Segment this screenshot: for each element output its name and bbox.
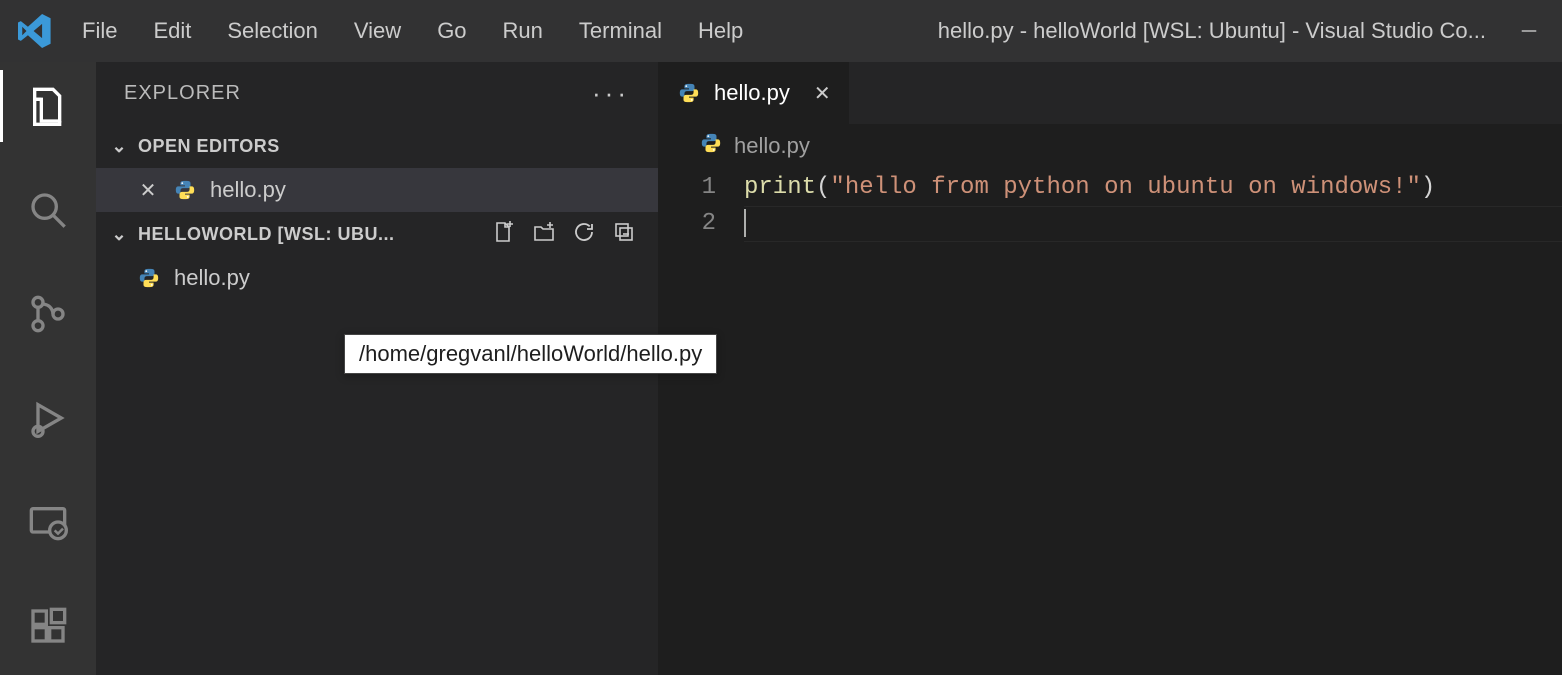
code-lines[interactable]: print("hello from python on ubuntu on wi… <box>744 170 1562 675</box>
new-file-icon[interactable] <box>492 220 516 249</box>
activity-bar <box>0 62 96 675</box>
window-minimize-button[interactable] <box>1506 11 1552 51</box>
explorer-icon[interactable] <box>24 82 72 130</box>
vscode-logo-icon <box>18 14 52 48</box>
python-file-icon <box>700 132 722 160</box>
editor-tabs: hello.py ✕ <box>658 62 1562 124</box>
line-number-gutter: 1 2 <box>658 170 744 675</box>
sidebar: EXPLORER ··· ⌄ OPEN EDITORS ✕ hello.py ⌄… <box>96 62 658 675</box>
close-icon[interactable]: ✕ <box>804 81 831 106</box>
workspace-header[interactable]: ⌄ HELLOWORLD [WSL: UBU... <box>96 212 658 256</box>
chevron-down-icon: ⌄ <box>108 136 130 157</box>
workspace-label: HELLOWORLD [WSL: UBU... <box>138 224 484 245</box>
open-editor-item-label: hello.py <box>210 177 286 203</box>
editor-tab[interactable]: hello.py ✕ <box>658 62 850 124</box>
text-cursor <box>744 209 746 237</box>
collapse-all-icon[interactable] <box>612 220 636 249</box>
sidebar-more-icon[interactable]: ··· <box>592 78 630 109</box>
menu-run[interactable]: Run <box>485 12 561 50</box>
line-number: 1 <box>658 170 716 206</box>
menu-go[interactable]: Go <box>419 12 484 50</box>
source-control-icon[interactable] <box>24 290 72 338</box>
open-editors-label: OPEN EDITORS <box>138 136 280 157</box>
search-icon[interactable] <box>24 186 72 234</box>
window-title: hello.py - helloWorld [WSL: Ubuntu] - Vi… <box>761 18 1506 44</box>
open-editors-header[interactable]: ⌄ OPEN EDITORS <box>96 124 658 168</box>
menu-terminal[interactable]: Terminal <box>561 12 680 50</box>
new-folder-icon[interactable] <box>532 220 556 249</box>
chevron-down-icon: ⌄ <box>108 224 130 245</box>
open-editor-item[interactable]: ✕ hello.py <box>96 168 658 212</box>
run-debug-icon[interactable] <box>24 394 72 442</box>
file-path-tooltip: /home/gregvanl/helloWorld/hello.py <box>344 334 717 374</box>
menu-view[interactable]: View <box>336 12 419 50</box>
file-tree-item[interactable]: hello.py <box>96 256 658 300</box>
file-tree-item-label: hello.py <box>174 265 250 291</box>
python-file-icon <box>678 82 700 104</box>
code-line[interactable]: print("hello from python on ubuntu on wi… <box>744 170 1562 206</box>
python-file-icon <box>172 179 198 201</box>
menu-file[interactable]: File <box>64 12 135 50</box>
python-file-icon <box>136 267 162 289</box>
line-number: 2 <box>658 206 716 242</box>
editor-tab-label: hello.py <box>714 80 790 106</box>
code-editor[interactable]: 1 2 print("hello from python on ubuntu o… <box>658 168 1562 675</box>
remote-explorer-icon[interactable] <box>24 498 72 546</box>
close-icon[interactable]: ✕ <box>136 178 160 203</box>
code-line[interactable] <box>744 206 1562 242</box>
menu-help[interactable]: Help <box>680 12 761 50</box>
breadcrumb-label: hello.py <box>734 133 810 159</box>
menu-selection[interactable]: Selection <box>209 12 336 50</box>
titlebar: File Edit Selection View Go Run Terminal… <box>0 0 1562 62</box>
breadcrumb[interactable]: hello.py <box>658 124 1562 168</box>
sidebar-title-label: EXPLORER <box>124 82 241 105</box>
refresh-icon[interactable] <box>572 220 596 249</box>
menu-edit[interactable]: Edit <box>135 12 209 50</box>
sidebar-title: EXPLORER ··· <box>96 62 658 124</box>
menubar: File Edit Selection View Go Run Terminal… <box>64 12 761 50</box>
editor-area: hello.py ✕ hello.py 1 2 print("hello fro… <box>658 62 1562 675</box>
extensions-icon[interactable] <box>24 602 72 650</box>
